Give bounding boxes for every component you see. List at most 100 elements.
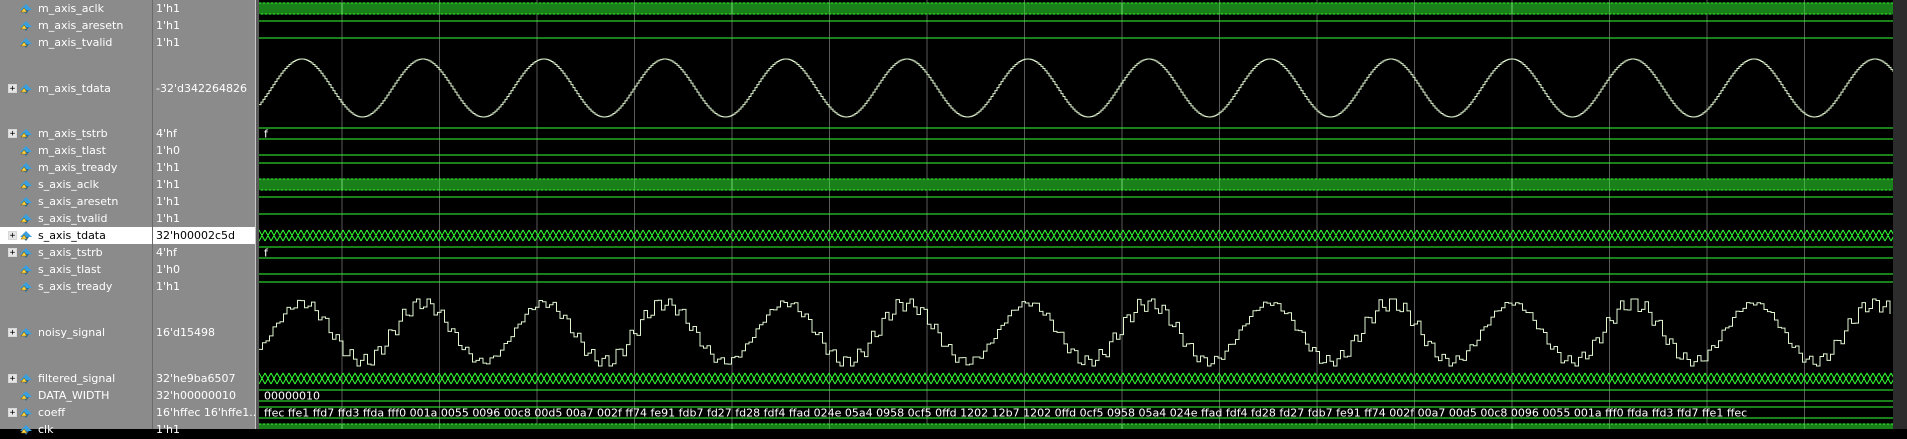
signal-name: s_axis_aclk (38, 178, 99, 191)
signal-value[interactable]: 1'h1 (153, 210, 255, 227)
signal-value[interactable]: 32'h00002c5d (153, 227, 255, 244)
signal-type-icon (19, 389, 34, 402)
waveform-coeff: ffec ffe1 ffd7 ffd3 ffda fff0 001a 0055 … (259, 406, 1893, 420)
signal-row-s_axis_aclk[interactable]: s_axis_aclk (0, 176, 153, 193)
signal-value[interactable]: 1'h1 (153, 176, 255, 193)
expand-toggle-icon[interactable]: + (8, 248, 17, 258)
signal-type-icon (19, 326, 34, 339)
signal-value[interactable]: 1'h1 (153, 278, 255, 295)
signal-name: m_axis_tstrb (38, 127, 108, 140)
signal-type-icon (19, 372, 34, 385)
clock-trace (259, 423, 1894, 429)
signal-name: m_axis_tlast (38, 144, 106, 157)
signal-name: coeff (38, 406, 66, 419)
signal-row-m_axis_tlast[interactable]: m_axis_tlast (0, 142, 153, 159)
clock-trace (259, 2, 1895, 15)
signal-value[interactable]: 32'he9ba6507 (153, 370, 255, 387)
waveform-m_axis_tstrb: f (259, 127, 1893, 141)
signal-name: m_axis_aclk (38, 2, 104, 15)
signal-name: s_axis_tvalid (38, 212, 108, 225)
bus-value-label: ffec ffe1 ffd7 ffd3 ffda fff0 001a 0055 … (264, 407, 1747, 420)
signal-type-icon (19, 263, 34, 276)
signal-row-s_axis_tready[interactable]: s_axis_tready (0, 278, 153, 295)
expand-toggle-icon[interactable]: + (8, 83, 17, 93)
signal-row-DATA_WIDTH[interactable]: DATA_WIDTH (0, 387, 153, 404)
signal-value[interactable]: 1'h1 (153, 17, 255, 34)
signal-value[interactable]: 4'hf (153, 244, 255, 261)
signal-value[interactable]: 4'hf (153, 125, 255, 142)
signal-value[interactable]: 32'h00000010 (153, 387, 255, 404)
signal-value[interactable]: -32'd342264826 (153, 51, 255, 125)
signal-value[interactable]: 1'h1 (153, 193, 255, 210)
signal-row-m_axis_tready[interactable]: m_axis_tready (0, 159, 153, 176)
signal-type-icon (19, 423, 34, 436)
signal-value[interactable]: 16'hffec 16'hffe1... (153, 404, 255, 421)
signal-value[interactable]: 1'h1 (153, 421, 255, 438)
waveform-s_axis_aclk (259, 178, 1895, 191)
signal-name: DATA_WIDTH (38, 389, 110, 402)
waveform-s_axis_tstrb: f (259, 246, 1893, 260)
signal-value[interactable]: 1'h1 (153, 159, 255, 176)
signal-value-panel: 1'h1 1'h1 1'h1 -32'd342264826 4'hf 1'h0 1'h1 1'… (153, 0, 255, 436)
bus-transitions-trace (259, 229, 1898, 242)
signal-row-m_axis_aclk[interactable]: m_axis_aclk (0, 0, 153, 17)
signal-type-icon (19, 161, 34, 174)
waveform-filtered_signal (259, 372, 1898, 385)
signal-name: m_axis_tdata (38, 81, 111, 95)
bus-transitions-trace (259, 372, 1898, 385)
signal-name: clk (38, 423, 54, 436)
signal-row-s_axis_aresetn[interactable]: s_axis_aresetn (0, 193, 153, 210)
signal-name: s_axis_tstrb (38, 246, 103, 259)
signal-name: m_axis_tready (38, 161, 118, 174)
signal-row-m_axis_aresetn[interactable]: m_axis_aresetn (0, 17, 153, 34)
analog-trace (259, 298, 1891, 367)
clock-trace (259, 178, 1895, 191)
waveform-area[interactable]: f f 00000010 ffec ffe1 ffd7 ffd3 ffda fff0 … (259, 0, 1907, 429)
signal-name: noisy_signal (38, 326, 106, 339)
expand-toggle-icon[interactable]: + (8, 231, 17, 241)
bus-value-label: 00000010 (264, 390, 320, 403)
signal-row-s_axis_tvalid[interactable]: s_axis_tvalid (0, 210, 153, 227)
signal-row-filtered_signal[interactable]: + filtered_signal (0, 370, 153, 387)
signal-row-coeff[interactable]: + coeff (0, 404, 153, 421)
waveform-m_axis_tdata (259, 58, 1894, 118)
signal-row-s_axis_tdata[interactable]: + s_axis_tdata (0, 227, 153, 244)
signal-row-clk[interactable]: clk (0, 421, 153, 438)
vertical-scrollbar[interactable] (1893, 0, 1907, 429)
signal-value[interactable]: 16'd15498 (153, 295, 255, 370)
expand-toggle-icon[interactable]: + (8, 129, 17, 139)
signal-row-noisy_signal[interactable]: + noisy_signal (0, 295, 153, 370)
signal-row-m_axis_tstrb[interactable]: + m_axis_tstrb (0, 125, 153, 142)
expand-toggle-icon[interactable]: + (8, 408, 17, 418)
signal-type-icon (19, 195, 34, 208)
signal-value[interactable]: 1'h1 (153, 34, 255, 51)
signal-type-icon (19, 280, 34, 293)
waveform-clk (259, 423, 1894, 429)
signal-name: s_axis_tready (38, 280, 113, 293)
signal-name: s_axis_tlast (38, 263, 101, 276)
signal-row-m_axis_tvalid[interactable]: m_axis_tvalid (0, 34, 153, 51)
signal-type-icon (19, 2, 34, 15)
expand-toggle-icon[interactable]: + (8, 328, 17, 338)
signal-value[interactable]: 1'h1 (153, 0, 255, 17)
signal-type-icon (19, 229, 34, 242)
signal-name: m_axis_tvalid (38, 36, 113, 49)
analog-trace (259, 58, 1894, 118)
signal-name: s_axis_tdata (38, 229, 106, 242)
signal-row-m_axis_tdata[interactable]: + m_axis_tdata (0, 51, 153, 125)
signal-row-s_axis_tstrb[interactable]: + s_axis_tstrb (0, 244, 153, 261)
signal-name: m_axis_aresetn (38, 19, 124, 32)
signal-type-icon (19, 178, 34, 191)
signal-type-icon (19, 246, 34, 259)
waveform-DATA_WIDTH: 00000010 (259, 389, 1893, 403)
signal-value[interactable]: 1'h0 (153, 142, 255, 159)
signal-row-s_axis_tlast[interactable]: s_axis_tlast (0, 261, 153, 278)
signal-name: s_axis_aresetn (38, 195, 119, 208)
signal-type-icon (19, 127, 34, 140)
signal-type-icon (19, 82, 34, 95)
waveform-m_axis_aclk (259, 2, 1895, 15)
signal-type-icon (19, 19, 34, 32)
signal-name-panel: m_axis_aclk m_axis_aresetn m_axis_tvalid + m… (0, 0, 153, 436)
expand-toggle-icon[interactable]: + (8, 374, 17, 384)
signal-value[interactable]: 1'h0 (153, 261, 255, 278)
